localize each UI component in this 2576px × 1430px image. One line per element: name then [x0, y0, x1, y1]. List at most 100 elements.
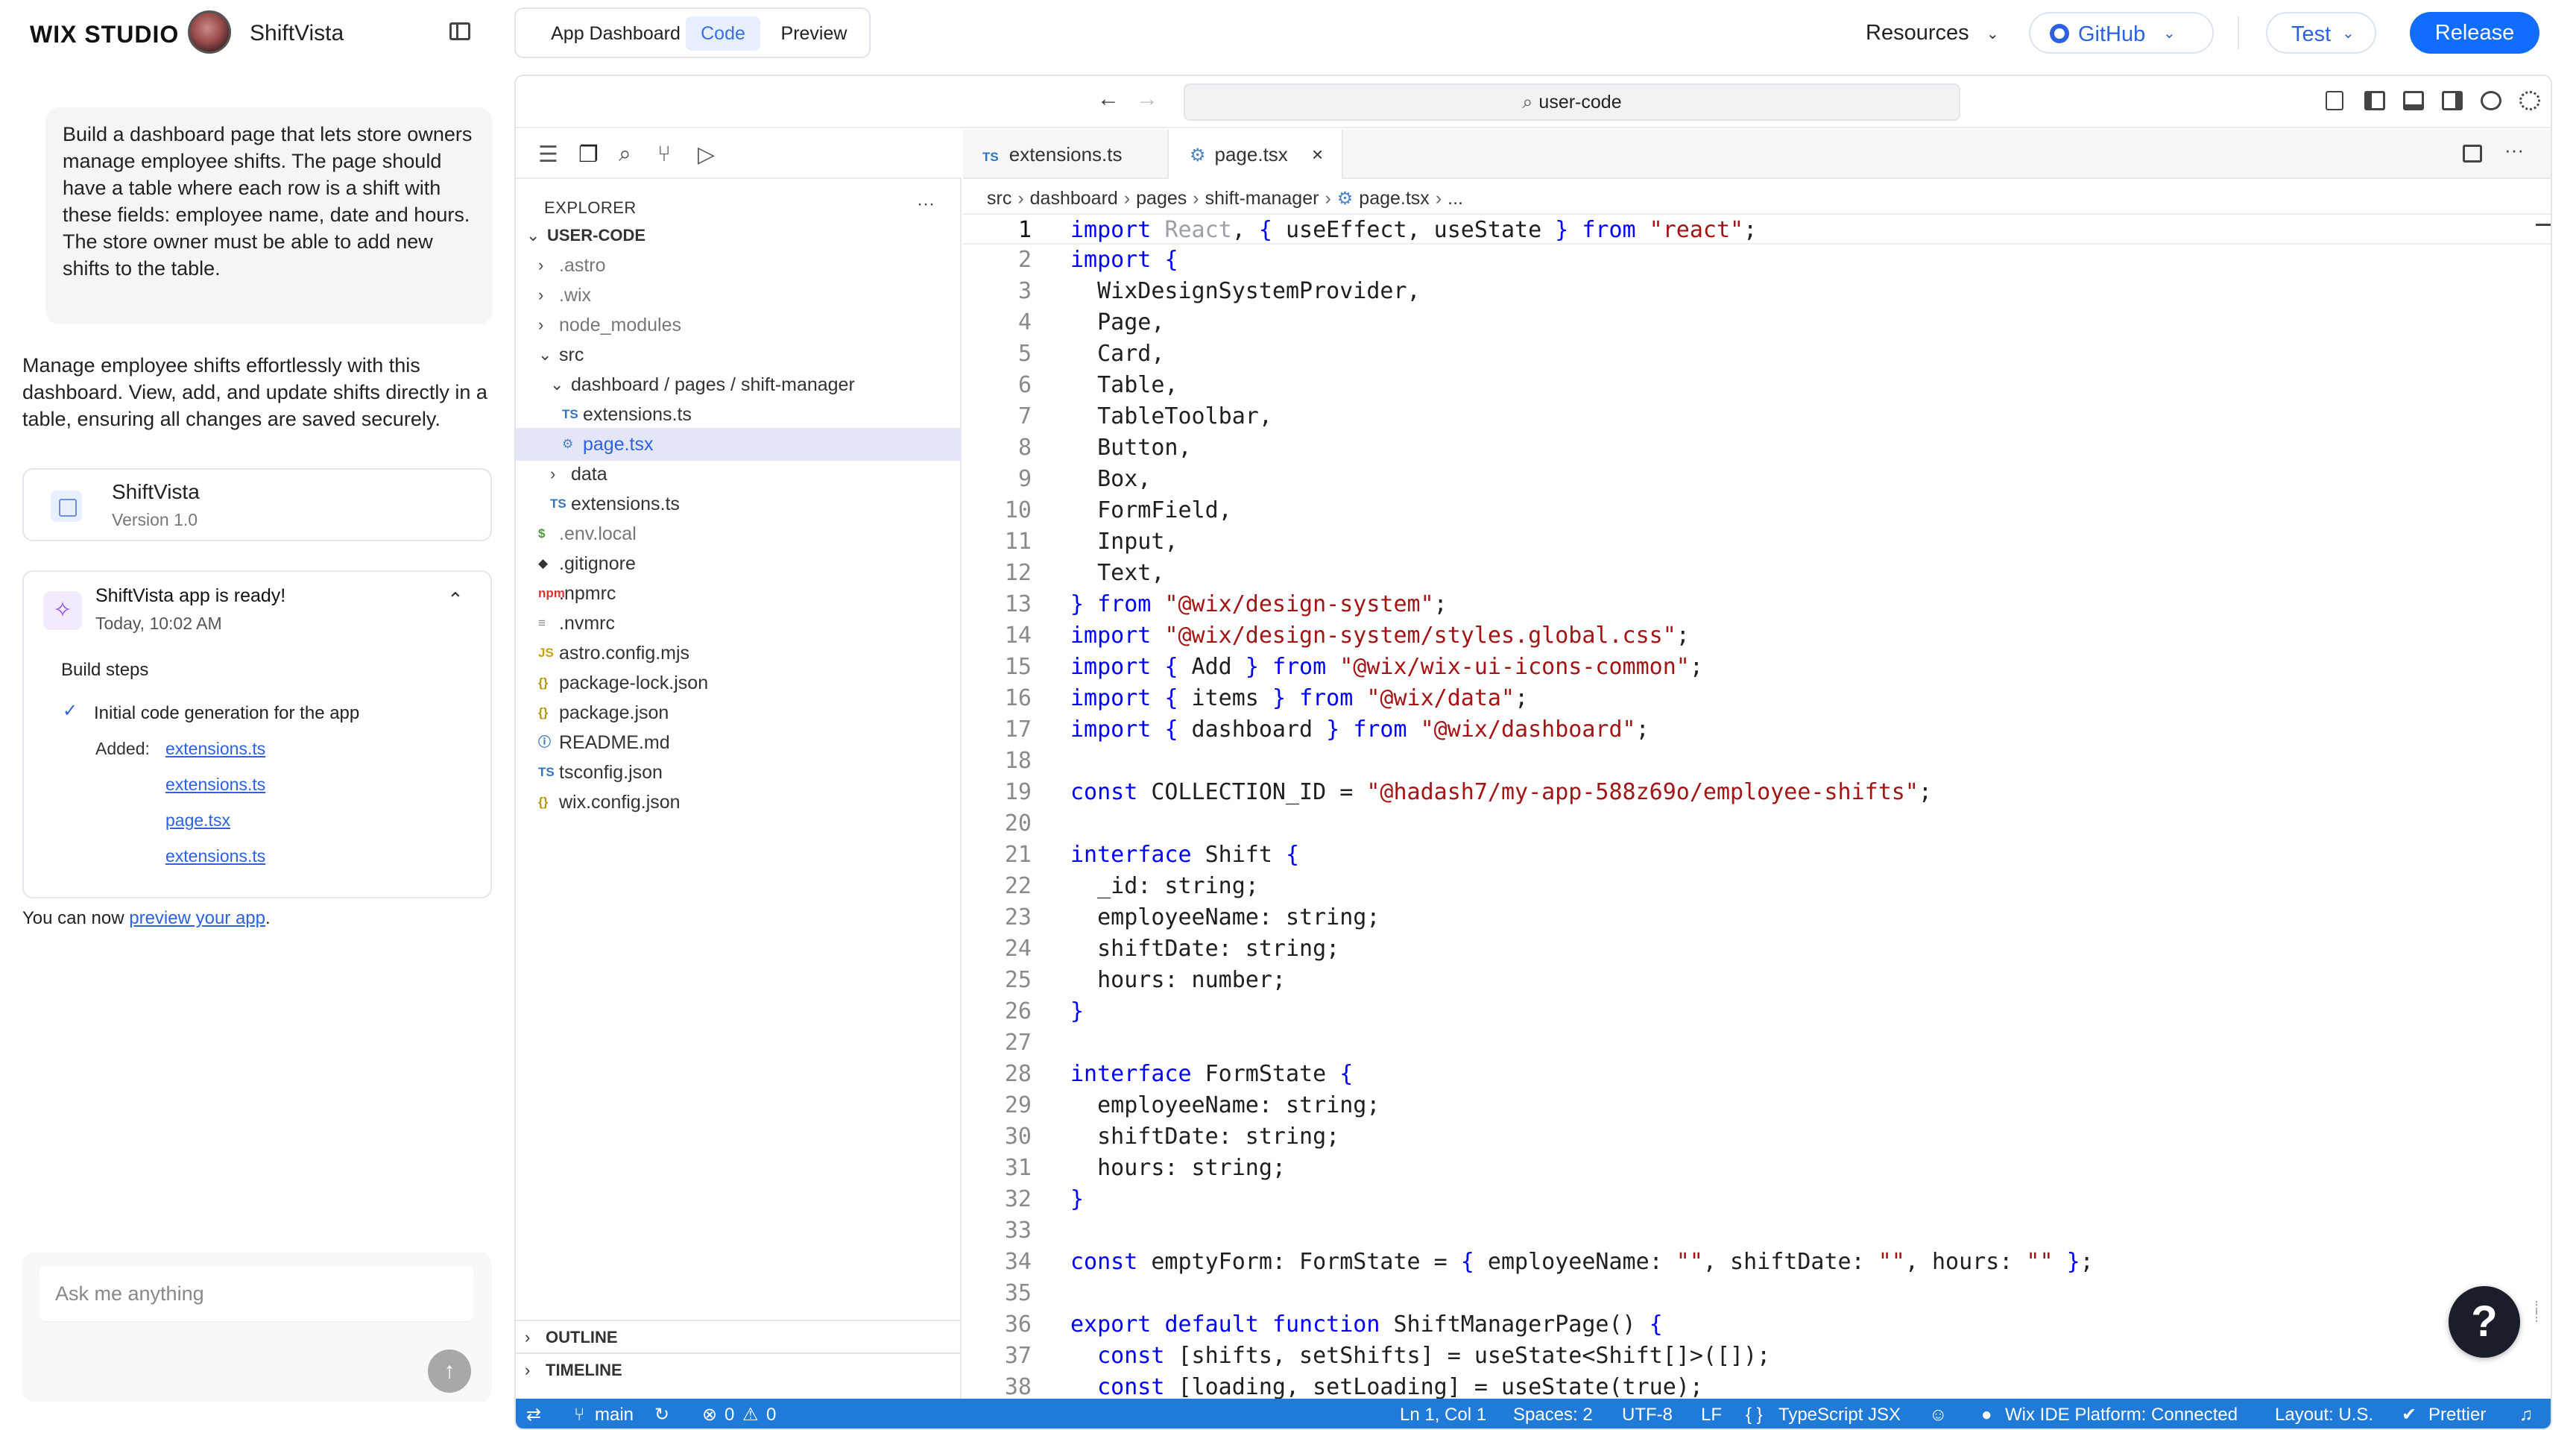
- toggle-secondary-sidebar-icon[interactable]: [2442, 91, 2463, 110]
- added-file-link[interactable]: extensions.ts: [165, 775, 265, 795]
- code-line[interactable]: 35: [963, 1278, 2551, 1309]
- code-line[interactable]: 2 import {: [963, 245, 2551, 276]
- breadcrumb-item[interactable]: pages: [1136, 188, 1187, 209]
- code-line[interactable]: 20: [963, 808, 2551, 840]
- code-line[interactable]: 29 employeeName: string;: [963, 1090, 2551, 1121]
- code-line[interactable]: 33: [963, 1215, 2551, 1247]
- breadcrumb-item[interactable]: dashboard: [1030, 188, 1118, 209]
- tree-file[interactable]: ⚙ page.tsx: [516, 428, 962, 461]
- tree-file[interactable]: {} package.json: [516, 696, 962, 729]
- encoding[interactable]: UTF-8: [1622, 1399, 1673, 1429]
- test-button[interactable]: Test ⌄: [2266, 12, 2376, 54]
- tree-file[interactable]: ≡ .nvmrc: [516, 607, 962, 640]
- ask-input[interactable]: [39, 1266, 474, 1321]
- search-icon[interactable]: ⌕: [619, 142, 631, 167]
- breadcrumb-item[interactable]: ...: [1448, 188, 1463, 209]
- code-line[interactable]: 8 Button,: [963, 432, 2551, 464]
- tree-root[interactable]: ⌄ USER-CODE: [516, 219, 962, 252]
- tree-folder[interactable]: › .astro: [516, 249, 962, 282]
- tree-file[interactable]: {} package-lock.json: [516, 667, 962, 699]
- split-editor-icon[interactable]: [2463, 145, 2482, 163]
- timeline-section[interactable]: › TIMELINE: [516, 1352, 960, 1385]
- copilot-icon[interactable]: ☺: [1929, 1399, 1948, 1429]
- app-card[interactable]: ShiftVista Version 1.0: [22, 468, 492, 541]
- tree-file[interactable]: {} wix.config.json: [516, 786, 962, 819]
- run-debug-icon[interactable]: ▷: [698, 142, 715, 168]
- tree-file[interactable]: TS extensions.ts: [516, 398, 962, 431]
- site-name[interactable]: ShiftVista: [250, 21, 344, 46]
- tab-preview[interactable]: Preview: [769, 16, 859, 51]
- code-line[interactable]: 21 interface Shift {: [963, 840, 2551, 871]
- breadcrumb-item[interactable]: page.tsx: [1359, 188, 1430, 209]
- code-line[interactable]: 18: [963, 746, 2551, 777]
- language-mode[interactable]: TypeScript JSX: [1778, 1399, 1901, 1429]
- code-line[interactable]: 13} from "@wix/design-system";: [963, 589, 2551, 620]
- back-arrow-icon[interactable]: ←: [1097, 86, 1120, 112]
- added-file-link[interactable]: extensions.ts: [165, 739, 265, 759]
- wix-studio-logo[interactable]: WIX STUDIO: [30, 21, 179, 48]
- drag-handle-icon[interactable]: ⁞ ⁞: [2534, 1300, 2539, 1325]
- outline-section[interactable]: › OUTLINE: [516, 1320, 960, 1352]
- code-line[interactable]: 15 import { Add } from "@wix/wix-ui-icons…: [963, 652, 2551, 683]
- code-line[interactable]: 17 import { dashboard } from "@wix/dashbo…: [963, 714, 2551, 746]
- branch-name[interactable]: main: [595, 1399, 634, 1429]
- tree-folder[interactable]: › .wix: [516, 279, 962, 312]
- tab-code[interactable]: Code: [686, 16, 760, 51]
- tree-file[interactable]: ⓘ README.md: [516, 726, 962, 759]
- code-line[interactable]: 14 import "@wix/design-system/styles.glob…: [963, 620, 2551, 652]
- code-line[interactable]: 1 import React, { useEffect, useState } f…: [963, 213, 2551, 245]
- toggle-panel-icon[interactable]: [449, 22, 470, 40]
- tree-folder[interactable]: › data: [516, 458, 962, 491]
- toggle-primary-sidebar-icon[interactable]: [2364, 91, 2385, 110]
- code-line[interactable]: 12 Text,: [963, 558, 2551, 589]
- breadcrumb-item[interactable]: shift-manager: [1205, 188, 1319, 209]
- added-file-link[interactable]: page.tsx: [165, 810, 230, 831]
- explorer-files-icon[interactable]: ❐: [578, 142, 599, 168]
- more-actions-icon[interactable]: ···: [917, 194, 935, 215]
- release-button[interactable]: Release: [2410, 12, 2539, 54]
- close-tab-icon[interactable]: ×: [1312, 130, 1323, 179]
- keyboard-layout[interactable]: Layout: U.S.: [2275, 1399, 2373, 1429]
- tree-folder[interactable]: ⌄ src: [516, 338, 962, 371]
- toggle-panel-icon[interactable]: [2403, 91, 2424, 110]
- code-line[interactable]: 10 FormField,: [963, 495, 2551, 526]
- tree-file[interactable]: TS tsconfig.json: [516, 756, 962, 789]
- forward-arrow-icon[interactable]: →: [1136, 86, 1158, 112]
- code-line[interactable]: 23 employeeName: string;: [963, 902, 2551, 933]
- tree-folder[interactable]: ⌄ dashboard / pages / shift-manager: [516, 368, 962, 401]
- code-line[interactable]: 3 WixDesignSystemProvider,: [963, 276, 2551, 307]
- warning-count[interactable]: 0: [766, 1399, 776, 1429]
- code-line[interactable]: 32}: [963, 1184, 2551, 1215]
- code-line[interactable]: 34 const emptyForm: FormState = { employe…: [963, 1247, 2551, 1278]
- sync-icon[interactable]: ↻: [654, 1399, 669, 1429]
- code-line[interactable]: 27: [963, 1027, 2551, 1059]
- tab-app-dashboard[interactable]: App Dashboard: [526, 16, 705, 51]
- added-file-link[interactable]: extensions.ts: [165, 846, 265, 866]
- code-line[interactable]: 22 _id: string;: [963, 871, 2551, 902]
- account-icon[interactable]: [2481, 91, 2501, 110]
- remote-icon[interactable]: ⇄: [526, 1399, 541, 1429]
- code-line[interactable]: 19 const COLLECTION_ID = "@hadash7/my-app…: [963, 777, 2551, 808]
- code-line[interactable]: 30 shiftDate: string;: [963, 1121, 2551, 1153]
- code-line[interactable]: 9 Box,: [963, 464, 2551, 495]
- command-search[interactable]: ⌕ user-code: [1184, 84, 1960, 121]
- code-line[interactable]: 31 hours: string;: [963, 1153, 2551, 1184]
- formatter[interactable]: Prettier: [2428, 1399, 2486, 1429]
- github-button[interactable]: GitHub ⌄: [2029, 12, 2214, 54]
- code-line[interactable]: 11 Input,: [963, 526, 2551, 558]
- breadcrumb-item[interactable]: src: [987, 188, 1011, 209]
- line-ending[interactable]: LF: [1701, 1399, 1722, 1429]
- more-actions-icon[interactable]: ···: [2504, 139, 2524, 162]
- resources-menu[interactable]: Resources: [1866, 21, 1969, 45]
- tree-file[interactable]: npm .npmrc: [516, 577, 962, 610]
- code-line[interactable]: 24 shiftDate: string;: [963, 933, 2551, 965]
- indentation[interactable]: Spaces: 2: [1513, 1399, 1593, 1429]
- menu-icon[interactable]: ☰: [538, 142, 558, 168]
- tree-folder[interactable]: › node_modules: [516, 309, 962, 341]
- site-avatar[interactable]: [188, 10, 231, 54]
- code-line[interactable]: 7 TableToolbar,: [963, 401, 2551, 432]
- settings-gear-icon[interactable]: [2519, 91, 2540, 110]
- tab-page-tsx[interactable]: ⚙ page.tsx ×: [1167, 130, 1343, 179]
- code-line[interactable]: 4 Page,: [963, 307, 2551, 338]
- customize-layout-icon[interactable]: [2326, 91, 2343, 110]
